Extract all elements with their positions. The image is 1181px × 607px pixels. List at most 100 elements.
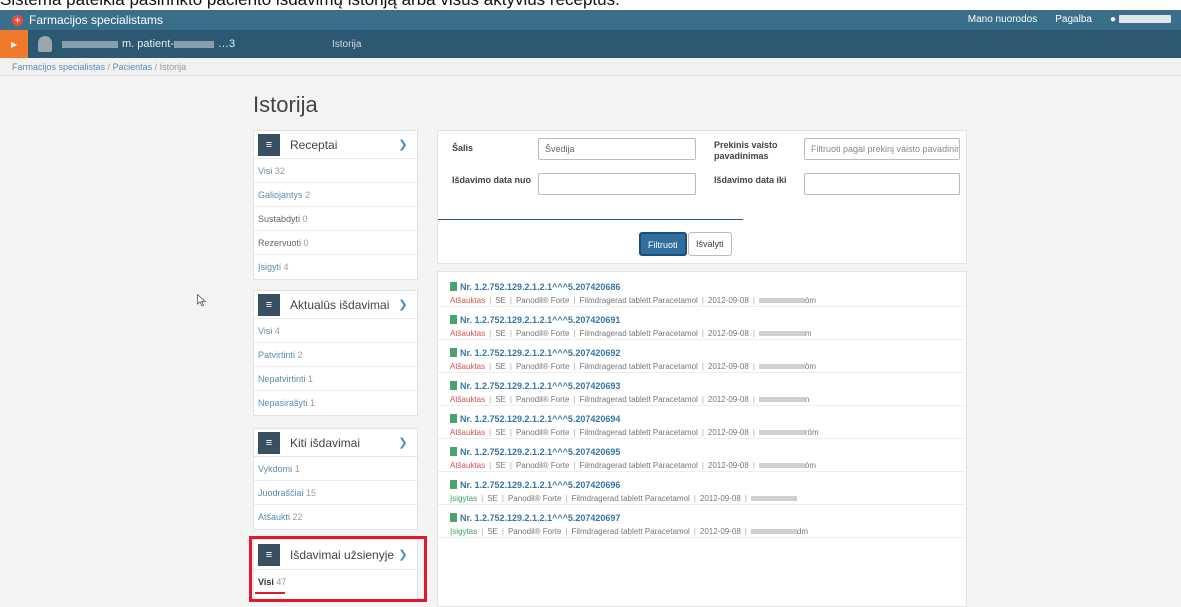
date-from-input[interactable] [538,173,696,195]
result-meta: Atšauktas | SE | Panodil® Forte | Filmdragerad… [450,329,812,338]
product-form: Filmdragerad tablett Paracetamol [579,461,698,470]
sidebar-item[interactable]: Vykdomi 1 [254,457,417,481]
status-text: Atšauktas [450,428,486,437]
chevron-down-icon[interactable]: ❯ [395,138,411,151]
top-links: Mano nuorodos Pagalba ● [968,14,1171,25]
product-form: Filmdragerad tablett Paracetamol [579,395,698,404]
breadcrumb-item[interactable]: Farmacijos specialistas [12,62,105,72]
brand[interactable]: + Farmacijos specialistams [12,13,163,27]
separator: | [701,329,704,338]
separator: | [573,428,576,437]
author-tail: öm [804,296,817,305]
redacted-name [62,40,118,48]
result-meta: Atšauktas | SE | Panodil® Forte | Filmdragerad… [450,395,809,404]
sidebar-item[interactable]: Rezervuoti 0 [254,231,417,255]
issue-date: 2012-09-08 [707,395,749,404]
sidebar-item[interactable]: Įsigyti 4 [254,255,417,279]
author-redacted [758,331,805,337]
document-icon [450,315,457,324]
sidebar-item[interactable]: Juodraščiai 15 [254,481,417,505]
date-to-label: Išdavimo data iki [714,175,787,185]
result-row: Nr. 1.2.752.129.2.1.2.1^^^5.207420697 Įsi… [438,505,968,538]
product-name: Panodil® Forte [507,527,562,536]
separator: | [573,395,576,404]
sidebar-item[interactable]: Visi 32 [254,159,417,183]
separator: | [509,461,512,470]
list-icon: ≡ [258,293,280,316]
separator: | [701,296,704,305]
brand-label: Farmacijos specialistams [29,13,164,27]
country-code: SE [495,428,506,437]
patient-avatar [38,36,52,52]
separator: | [752,395,755,404]
sidebar-item[interactable]: Nepatvirtinti 1 [254,367,417,391]
menu-toggle-icon[interactable]: ▸ [0,30,28,58]
author-tail: röm [804,428,819,437]
panel-header[interactable]: ≡ Receptai ❯ [254,131,417,159]
date-to-input[interactable] [804,173,960,195]
separator: | [701,428,704,437]
filter-button[interactable]: Filtruoti [639,232,687,256]
prescription-number-link[interactable]: Nr. 1.2.752.129.2.1.2.1^^^5.207420695 [450,447,620,457]
author-tail: n [804,395,810,404]
product-form: Filmdragerad tablett Paracetamol [579,428,698,437]
sidebar-item[interactable]: Atšaukti 22 [254,505,417,529]
sidebar-item[interactable]: Patvirtinti 2 [254,343,417,367]
status-text: Atšauktas [450,329,486,338]
separator: | [693,494,696,503]
my-links-link[interactable]: Mano nuorodos [968,14,1038,25]
result-meta: Atšauktas | SE | Panodil® Forte | Filmdragerad… [450,296,816,305]
separator: | [573,362,576,371]
prescription-number-link[interactable]: Nr. 1.2.752.129.2.1.2.1^^^5.207420691 [450,315,620,325]
country-field[interactable]: Švedija [538,138,696,160]
user-name-redacted [1119,15,1171,24]
results-list: Nr. 1.2.752.129.2.1.2.1^^^5.207420686 Atš… [437,271,968,607]
list-icon: ≡ [258,431,280,454]
prescription-number-link[interactable]: Nr. 1.2.752.129.2.1.2.1^^^5.207420686 [450,282,620,292]
country-label: Šalis [452,143,474,153]
separator: | [481,494,484,503]
author-redacted [750,496,797,502]
help-link[interactable]: Pagalba [1055,14,1092,25]
prescription-number-link[interactable]: Nr. 1.2.752.129.2.1.2.1^^^5.207420693 [450,381,620,391]
product-form: Filmdragerad tablett Paracetamol [579,296,698,305]
chevron-down-icon[interactable]: ❯ [395,436,411,449]
separator: | [701,461,704,470]
list-icon: ≡ [258,133,280,156]
trade-name-input[interactable]: Filtruoti pagal prekinį vaisto pavadinim… [804,138,960,160]
patient-section-label: Istorija [332,39,362,50]
prescription-number-link[interactable]: Nr. 1.2.752.129.2.1.2.1^^^5.207420696 [450,480,620,490]
sidebar-item[interactable]: Sustabdyti 0 [254,207,417,231]
separator: | [565,494,568,503]
sidebar-item[interactable]: Galiojantys 2 [254,183,417,207]
panel-header[interactable]: ≡ Kiti išdavimai ❯ [254,429,417,457]
separator: | [489,428,492,437]
separator: | [752,329,755,338]
result-row: Nr. 1.2.752.129.2.1.2.1^^^5.207420693 Atš… [438,373,968,406]
user-menu[interactable]: ● [1110,14,1171,25]
panel-header[interactable]: ≡ Aktualūs išdavimai ❯ [254,291,417,319]
red-underline [255,592,285,594]
separator: | [701,395,704,404]
breadcrumb-item[interactable]: Pacientas [113,62,153,72]
author-redacted [758,463,805,469]
prescription-number-link[interactable]: Nr. 1.2.752.129.2.1.2.1^^^5.207420694 [450,414,620,424]
sidebar-item[interactable]: Nepasirašyti 1 [254,391,417,415]
status-text: Įsigytas [450,494,478,503]
separator: | [701,362,704,371]
author-tail: öm [804,362,817,371]
result-row: Nr. 1.2.752.129.2.1.2.1^^^5.207420692 Atš… [438,340,968,373]
caption-text: Sistema pateikia pasirinkto paciento išd… [0,0,1181,10]
trade-name-label: Prekinis vaisto pavadinimas [714,140,778,161]
chevron-down-icon[interactable]: ❯ [395,298,411,311]
prescription-number-link[interactable]: Nr. 1.2.752.129.2.1.2.1^^^5.207420697 [450,513,620,523]
separator: | [509,395,512,404]
sidebar-item[interactable]: Visi 4 [254,319,417,343]
prescription-number-link[interactable]: Nr. 1.2.752.129.2.1.2.1^^^5.207420692 [450,348,620,358]
product-form: Filmdragerad tablett Paracetamol [571,527,690,536]
author-tail: m [804,329,812,338]
author-redacted [758,430,805,436]
date-from-label: Išdavimo data nuo [452,175,532,185]
result-row: Nr. 1.2.752.129.2.1.2.1^^^5.207420686 Atš… [438,274,968,307]
clear-button[interactable]: Išvalyti [688,232,732,256]
